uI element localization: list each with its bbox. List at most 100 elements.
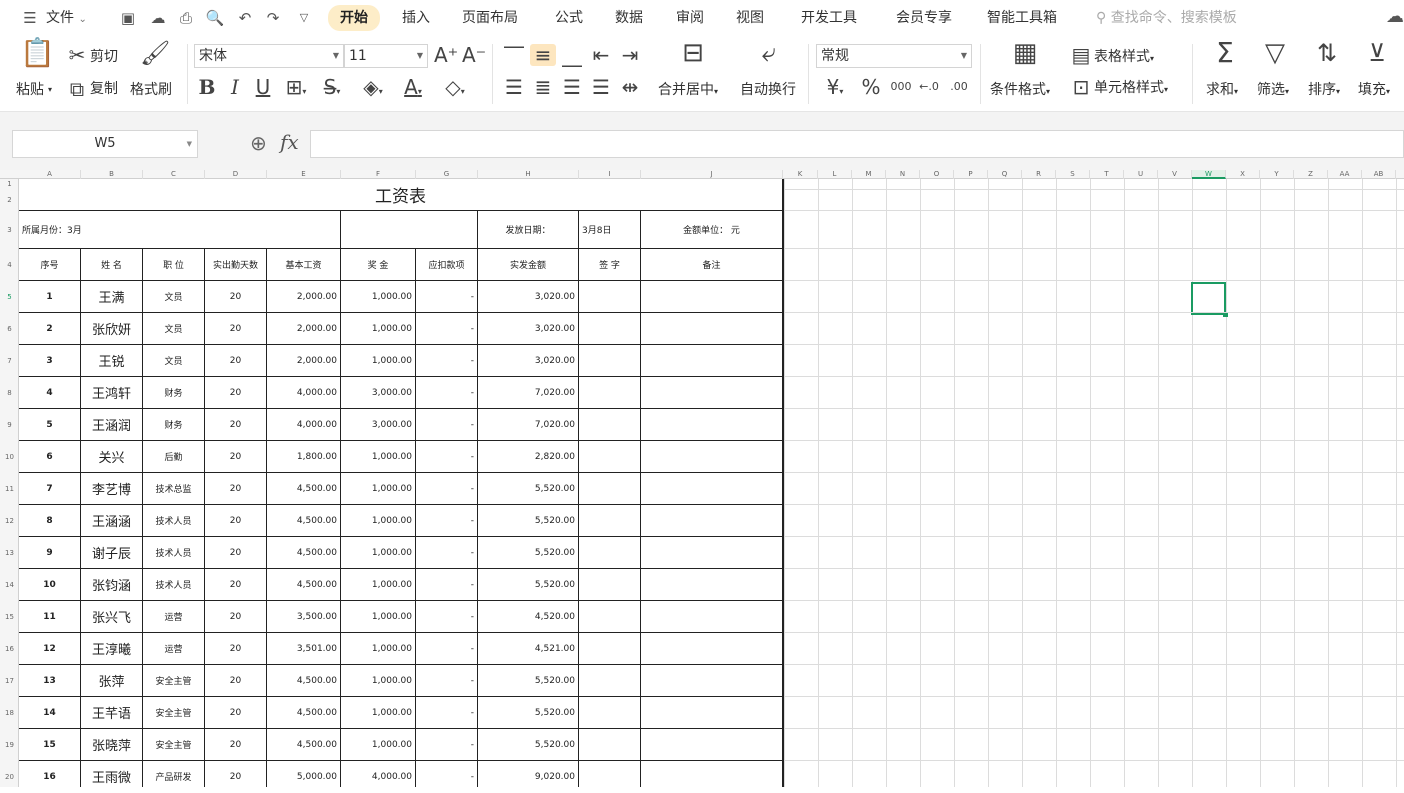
row-header-1[interactable]: 1 [0,179,19,190]
row-header-6[interactable]: 6 [0,313,19,345]
remarks[interactable] [641,761,783,787]
base-salary[interactable]: 1,800.00 [267,441,341,473]
active-cell-selection[interactable] [1191,282,1228,317]
net-pay[interactable]: 5,520.00 [478,569,579,601]
employee-position[interactable]: 技术总监 [143,473,205,505]
bonus[interactable]: 1,000.00 [341,601,416,633]
insert-function-button[interactable]: fx [280,130,299,154]
sheet-title[interactable]: 工资表 [19,179,783,211]
signature[interactable] [579,377,641,409]
align-bottom-icon[interactable]: ⎽ [561,44,583,66]
distributed-icon[interactable]: ⇹ [619,76,641,98]
remarks[interactable] [641,601,783,633]
attendance-days[interactable]: 20 [205,345,267,377]
column-header-V[interactable]: V [1158,170,1192,179]
column-header-M[interactable]: M [852,170,886,179]
deduction[interactable]: - [416,409,478,441]
bonus[interactable]: 1,000.00 [341,345,416,377]
column-title[interactable]: 姓 名 [81,249,143,281]
fill-color-icon[interactable]: ◈▾ [358,76,388,103]
remarks[interactable] [641,633,783,665]
tab-page-layout[interactable]: 页面布局 [462,0,518,36]
attendance-days[interactable]: 20 [205,729,267,761]
undo-icon[interactable]: ↶ [235,8,255,28]
copy-button[interactable]: 复制 [90,79,118,99]
employee-name[interactable]: 张晓萍 [81,729,143,761]
employee-position[interactable]: 技术人员 [143,505,205,537]
signature[interactable] [579,473,641,505]
record-number[interactable]: 6 [19,441,81,473]
column-header-Z[interactable]: Z [1294,170,1328,179]
attendance-days[interactable]: 20 [205,281,267,313]
base-salary[interactable]: 3,501.00 [267,633,341,665]
name-box[interactable]: W5 ▼ [12,130,198,158]
sum-button[interactable]: 求和▾ [1206,80,1238,102]
base-salary[interactable]: 4,500.00 [267,537,341,569]
fill-button[interactable]: 填充▾ [1358,80,1390,102]
record-number[interactable]: 2 [19,313,81,345]
bonus[interactable]: 1,000.00 [341,729,416,761]
record-number[interactable]: 8 [19,505,81,537]
bonus[interactable]: 1,000.00 [341,569,416,601]
employee-position[interactable]: 运营 [143,633,205,665]
formula-input[interactable] [310,130,1404,158]
redo-icon[interactable]: ↷ [263,8,283,28]
align-right-icon[interactable]: ☰ [561,76,583,98]
deduction[interactable]: - [416,505,478,537]
record-number[interactable]: 14 [19,697,81,729]
bonus[interactable]: 1,000.00 [341,633,416,665]
net-pay[interactable]: 3,020.00 [478,345,579,377]
zoom-icon[interactable]: ⊕ [250,131,267,155]
employee-name[interactable]: 张萍 [81,665,143,697]
attendance-days[interactable]: 20 [205,505,267,537]
font-color-icon[interactable]: A▾ [398,76,428,103]
remarks[interactable] [641,345,783,377]
table-style-button[interactable]: 表格样式▾ [1094,47,1154,69]
base-salary[interactable]: 4,500.00 [267,665,341,697]
deduction[interactable]: - [416,569,478,601]
net-pay[interactable]: 5,520.00 [478,697,579,729]
row-header-17[interactable]: 17 [0,665,19,697]
row-header-3[interactable]: 3 [0,211,19,249]
signature[interactable] [579,697,641,729]
employee-position[interactable]: 文员 [143,345,205,377]
employee-position[interactable]: 技术人员 [143,569,205,601]
base-salary[interactable]: 2,000.00 [267,281,341,313]
attendance-days[interactable]: 20 [205,377,267,409]
row-header-4[interactable]: 4 [0,249,19,281]
signature[interactable] [579,345,641,377]
print-preview-icon[interactable]: 🔍 [205,8,225,28]
row-header-9[interactable]: 9 [0,409,19,441]
bonus[interactable]: 1,000.00 [341,505,416,537]
column-header-T[interactable]: T [1090,170,1124,179]
deduction[interactable]: - [416,601,478,633]
remarks[interactable] [641,281,783,313]
deduction[interactable]: - [416,665,478,697]
deduction[interactable]: - [416,313,478,345]
employee-name[interactable]: 李艺博 [81,473,143,505]
column-header-A[interactable]: A [19,170,81,179]
font-name-select[interactable]: 宋体 ▼ [194,44,344,68]
table-style-icon[interactable]: ▤ [1070,44,1092,66]
signature[interactable] [579,409,641,441]
employee-position[interactable]: 财务 [143,377,205,409]
base-salary[interactable]: 5,000.00 [267,761,341,787]
row-header-14[interactable]: 14 [0,569,19,601]
remarks[interactable] [641,377,783,409]
column-title[interactable]: 实发金额 [478,249,579,281]
thousands-button[interactable]: 000 [886,76,916,98]
row-header-15[interactable]: 15 [0,601,19,633]
tab-formula[interactable]: 公式 [555,0,583,36]
signature[interactable] [579,281,641,313]
column-header-Y[interactable]: Y [1260,170,1294,179]
column-header-H[interactable]: H [478,170,579,179]
employee-name[interactable]: 王满 [81,281,143,313]
file-menu[interactable]: 文件 ⌄ [46,0,87,36]
increase-decimal-icon[interactable]: ←.0 [916,76,942,98]
net-pay[interactable]: 7,020.00 [478,377,579,409]
column-header-B[interactable]: B [81,170,143,179]
employee-position[interactable]: 技术人员 [143,537,205,569]
border-icon[interactable]: ⊞▾ [282,76,310,103]
column-header-F[interactable]: F [341,170,416,179]
employee-name[interactable]: 王芊语 [81,697,143,729]
